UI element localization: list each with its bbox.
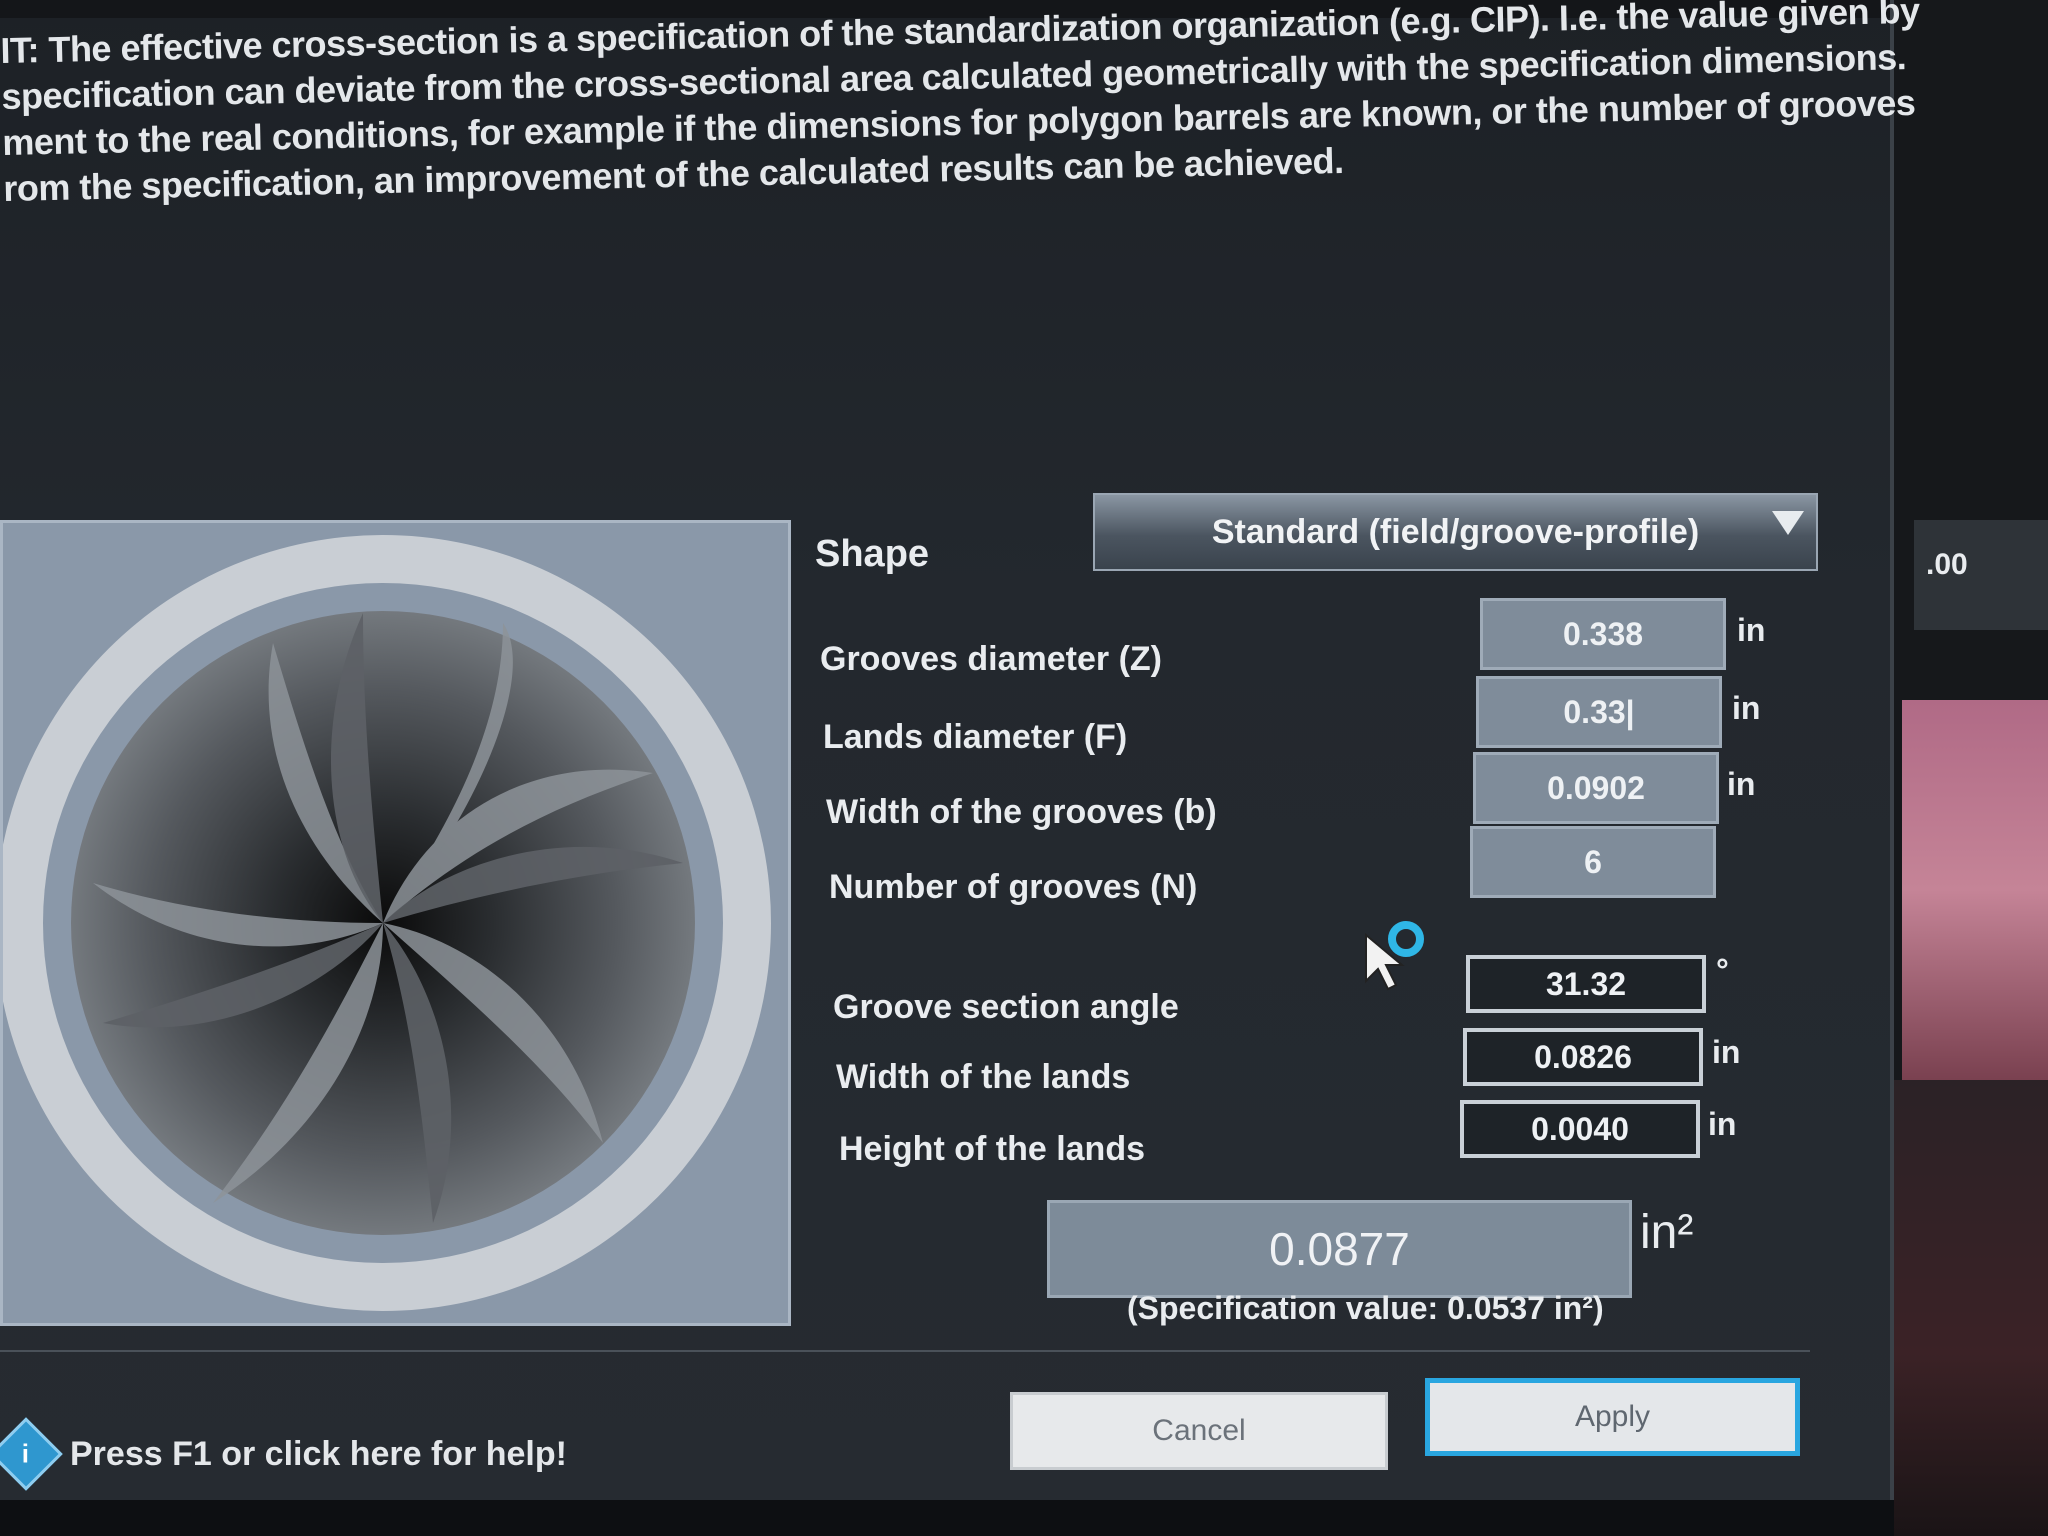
help-link[interactable]: i Press F1 or click here for help! — [0, 1417, 567, 1491]
groove-angle-label: Groove section angle — [833, 988, 1179, 1026]
barrel-preview — [0, 520, 791, 1326]
grooves-diameter-unit: in — [1737, 612, 1766, 648]
number-grooves-input[interactable]: 6 — [1470, 826, 1716, 898]
background-pink-panel — [1902, 700, 2048, 1080]
height-lands-label: Height of the lands — [839, 1130, 1145, 1168]
width-lands-output: 0.0826 — [1463, 1028, 1703, 1086]
effective-cross-section-output: 0.0877 — [1047, 1200, 1632, 1298]
height-lands-unit: in — [1708, 1106, 1737, 1142]
specification-value: (Specification value: 0.0537 in²) — [1127, 1290, 1604, 1326]
cancel-button[interactable]: Cancel — [1010, 1392, 1388, 1470]
info-note: IT: The effective cross-section is a spe… — [0, 0, 1920, 212]
background-window: .00 — [1894, 0, 2048, 1536]
screen: .00 IT: The effective cross-section is a… — [0, 0, 2048, 1536]
grooves-diameter-label: Grooves diameter (Z) — [820, 640, 1162, 678]
result-unit: in² — [1640, 1206, 1694, 1259]
shape-dropdown-value: Standard (field/groove-profile) — [1211, 512, 1700, 551]
lands-diameter-label: Lands diameter (F) — [823, 718, 1128, 756]
height-lands-output: 0.0040 — [1460, 1100, 1700, 1158]
width-lands-label: Width of the lands — [836, 1058, 1131, 1096]
width-lands-unit: in — [1712, 1034, 1741, 1070]
grooves-diameter-input[interactable]: 0.338 — [1480, 598, 1726, 670]
help-text[interactable]: Press F1 or click here for help! — [70, 1435, 567, 1474]
width-grooves-label: Width of the grooves (b) — [826, 793, 1217, 831]
info-icon[interactable]: i — [0, 1417, 63, 1491]
cross-section-dialog: IT: The effective cross-section is a spe… — [0, 0, 1920, 1500]
background-chart-area — [1894, 1080, 2048, 1536]
width-grooves-unit: in — [1727, 766, 1756, 802]
groove-angle-output: 31.32 — [1466, 955, 1706, 1013]
chevron-down-icon[interactable] — [1772, 511, 1804, 535]
lands-diameter-input[interactable]: 0.33| — [1476, 676, 1722, 748]
background-value: .00 — [1926, 548, 1968, 581]
number-grooves-label: Number of grooves (N) — [829, 868, 1198, 906]
lands-diameter-unit: in — [1732, 690, 1761, 726]
groove-angle-unit: ° — [1716, 952, 1729, 988]
busy-cursor-icon — [1365, 921, 1424, 991]
footer-divider — [0, 1350, 1810, 1352]
apply-button[interactable]: Apply — [1425, 1378, 1800, 1456]
shape-label: Shape — [815, 533, 930, 575]
width-grooves-input[interactable]: 0.0902 — [1473, 752, 1719, 824]
shape-dropdown[interactable]: Standard (field/groove-profile) — [1093, 493, 1818, 571]
rifling-illustration — [3, 535, 771, 1311]
